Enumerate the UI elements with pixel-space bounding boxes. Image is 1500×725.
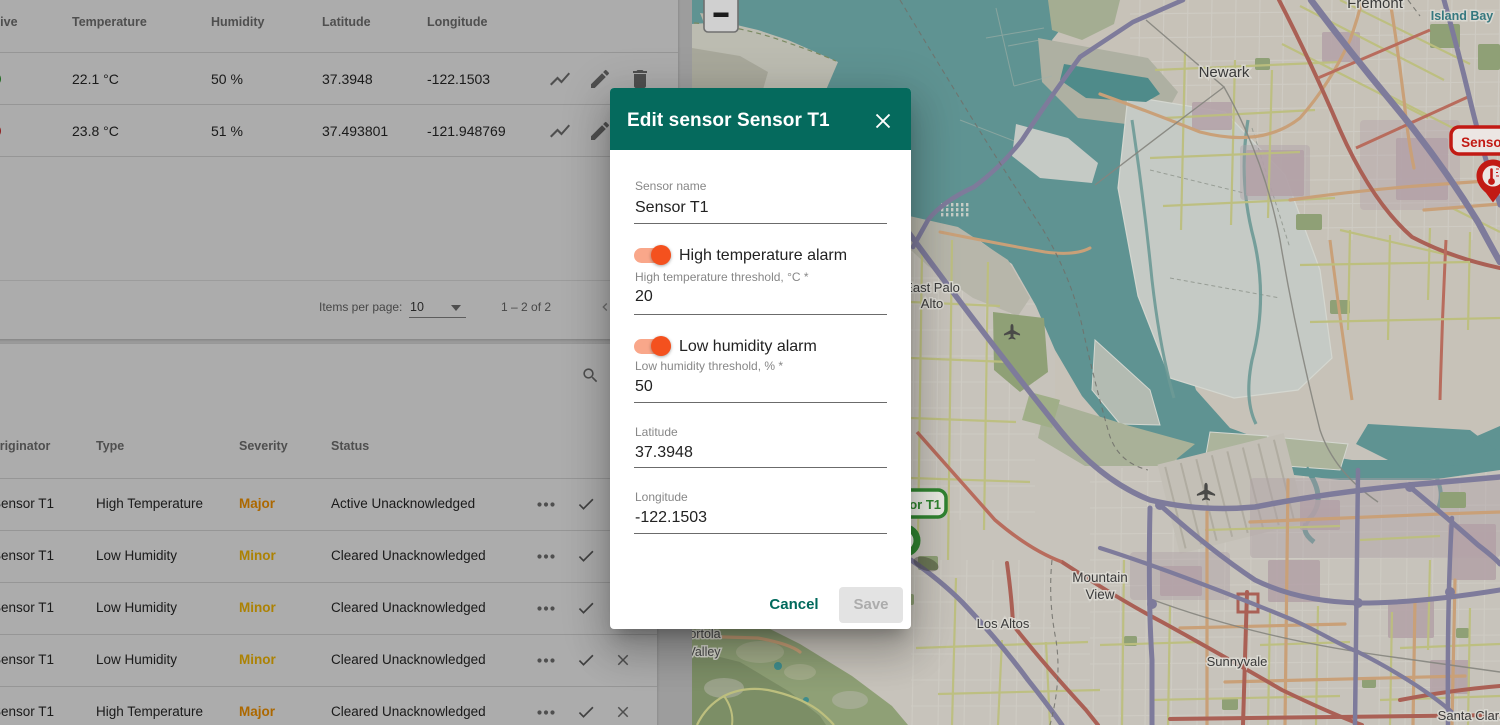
svg-text:East Palo: East Palo — [904, 280, 960, 295]
svg-text:Mountain: Mountain — [1072, 570, 1128, 585]
svg-text:Sensor: Sensor — [1461, 135, 1500, 150]
svg-text:View: View — [1085, 587, 1114, 602]
svg-text:Newark: Newark — [1199, 64, 1250, 81]
svg-text:Valley: Valley — [692, 645, 721, 659]
svg-text:Island Bay: Island Bay — [1431, 9, 1494, 23]
svg-text:Fremont: Fremont — [1347, 0, 1404, 12]
svg-text:ortola: ortola — [692, 627, 721, 641]
svg-text:Los Altos: Los Altos — [977, 616, 1030, 631]
svg-text:Santa Clara: Santa Clara — [1438, 708, 1500, 723]
svg-text:Alto: Alto — [921, 296, 943, 311]
svg-text:Sunnyvale: Sunnyvale — [1207, 654, 1268, 669]
